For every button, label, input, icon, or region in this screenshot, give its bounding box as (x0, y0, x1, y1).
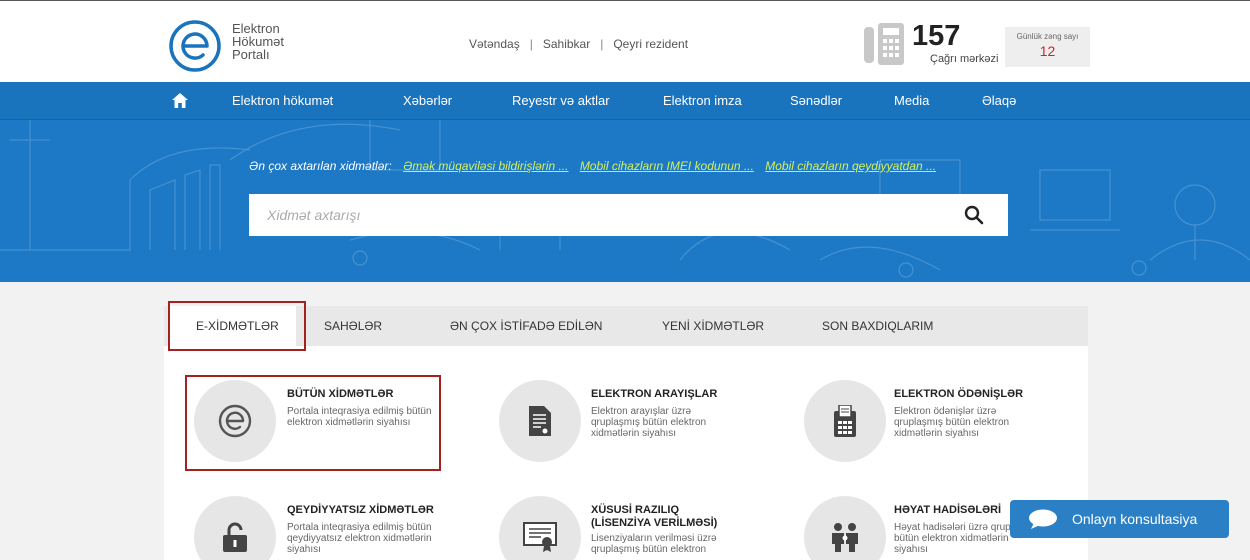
certificate-icon (523, 522, 557, 552)
nav-news[interactable]: Xəbərlər (403, 82, 452, 120)
popular-services: Ən çox axtarılan xidmətlər: Əmək müqavil… (249, 159, 936, 173)
nav-home[interactable] (162, 82, 198, 120)
tab-fields[interactable]: SAHƏLƏR (324, 306, 382, 346)
nav-media[interactable]: Media (894, 82, 929, 120)
service-title: ELEKTRON ÖDƏNİŞLƏR (894, 388, 1024, 400)
service-description: Elektron arayışlar üzrə qruplaşmış bütün… (591, 406, 707, 439)
logo-line-3: Portalı (232, 47, 270, 62)
service-title-line-1: XÜSUSİ RAZILIQ (591, 504, 680, 516)
family-icon (832, 523, 858, 552)
popular-link-1[interactable]: Əmək müqaviləsi bildirişlərin ... (403, 159, 568, 173)
unlock-icon (223, 522, 247, 552)
daily-calls-value: 12 (1039, 43, 1056, 59)
phone-icon (862, 21, 906, 67)
main-nav: Elektron hökumət Xəbərlər Reyestr və akt… (0, 82, 1250, 120)
call-center-number: 157 (912, 20, 961, 52)
tab-new-services[interactable]: YENİ XİDMƏTLƏR (662, 306, 764, 346)
nav-documents[interactable]: Sənədlər (790, 82, 842, 120)
tab-recently-viewed[interactable]: SON BAXDIQLARIM (822, 306, 933, 346)
popular-services-label: Ən çox axtarılan xidmətlər: (249, 159, 392, 173)
nav-registry-acts[interactable]: Reyestr və aktlar (512, 82, 610, 120)
portal-name[interactable]: Elektron Hökumət Portalı (232, 22, 284, 61)
search-icon[interactable] (964, 205, 984, 230)
call-center-label: Çağrı mərkəzi (930, 53, 999, 65)
service-title: ELEKTRON ARAYIŞLAR (591, 388, 718, 400)
nav-e-signature[interactable]: Elektron imza (663, 82, 742, 120)
service-search-input[interactable] (249, 194, 929, 236)
audience-links: Vətəndaş | Sahibkar | Qeyri rezident (469, 37, 689, 51)
online-consultation-button[interactable]: Onlayn konsultasiya (1010, 500, 1229, 538)
tab-most-used[interactable]: ƏN ÇOX İSTİFADƏ EDİLƏN (450, 306, 602, 346)
nav-contact[interactable]: Əlaqə (982, 82, 1016, 120)
highlight-frame-card (185, 375, 441, 471)
popular-link-3[interactable]: Mobil cihazların qeydiyyatdan ... (765, 159, 936, 173)
hero-banner: Ən çox axtarılan xidmətlər: Əmək müqavil… (0, 120, 1250, 282)
daily-calls-box: Günlük zəng sayı 12 (1005, 27, 1090, 67)
home-icon (172, 93, 188, 108)
online-consultation-label: Onlayn konsultasiya (1072, 511, 1198, 527)
popular-link-2[interactable]: Mobil cihazların IMEI kodunun ... (580, 159, 754, 173)
audience-entrepreneur-link[interactable]: Sahibkar (543, 37, 590, 51)
service-description: Elektron ödənişlər üzrə qruplaşmış bütün… (894, 406, 1010, 439)
service-title: HƏYAT HADİSƏLƏRİ (894, 504, 1002, 516)
chat-bubble-icon (1029, 509, 1057, 529)
service-description: Lisenziyaların verilməsi üzrə qruplaşmış… (591, 533, 717, 555)
service-title: QEYDİYYATSIZ XİDMƏTLƏR (287, 504, 434, 516)
highlight-frame-tab (168, 301, 306, 351)
service-title-line-2: (LİSENZİYA VERİLMƏSİ) (591, 517, 718, 529)
nav-e-government[interactable]: Elektron hökumət (232, 82, 333, 120)
header: Elektron Hökumət Portalı Vətəndaş | Sahibk… (0, 0, 1250, 82)
payment-terminal-icon (834, 405, 856, 437)
audience-citizen-link[interactable]: Vətəndaş (469, 37, 520, 51)
document-icon (529, 406, 551, 436)
daily-calls-label: Günlük zəng sayı (1016, 32, 1079, 41)
audience-nonresident-link[interactable]: Qeyri rezident (613, 37, 688, 51)
service-description: Portala inteqrasiya edilmiş bütün qeydiy… (287, 522, 432, 555)
portal-logo-icon[interactable] (168, 19, 222, 73)
service-search-box (249, 194, 1008, 236)
